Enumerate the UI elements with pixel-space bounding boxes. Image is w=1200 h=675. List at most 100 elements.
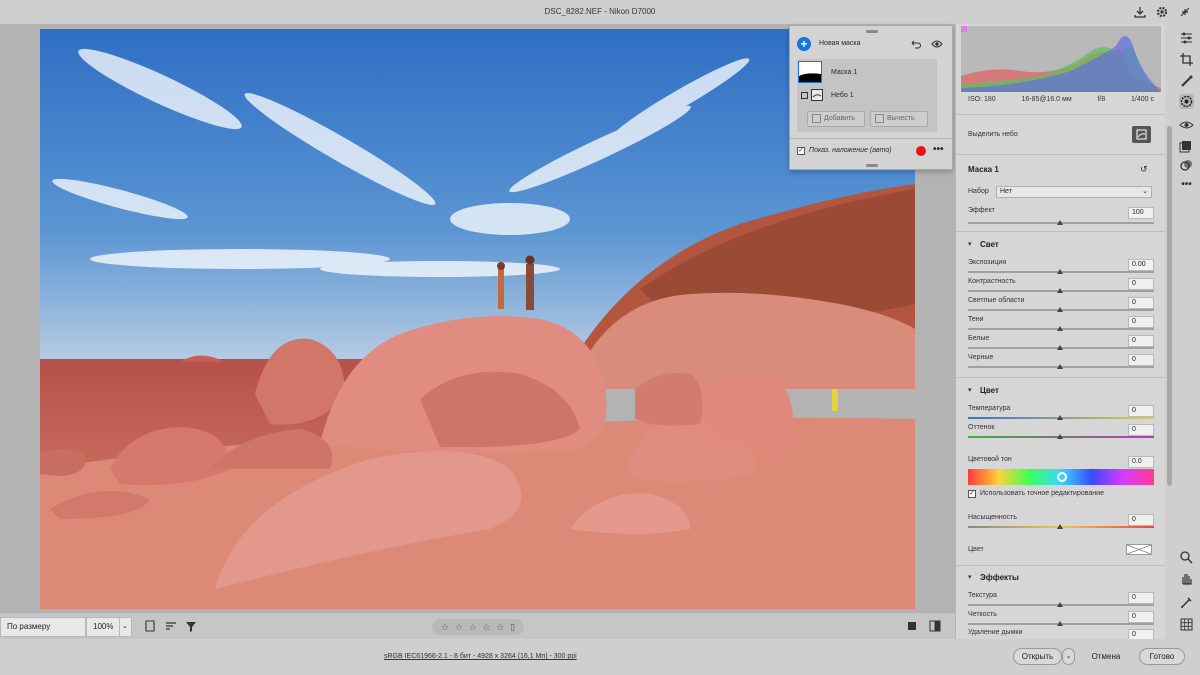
- overlay-color-swatch[interactable]: [916, 146, 926, 156]
- clarity-slider[interactable]: [968, 621, 1154, 626]
- mask-list: Маска 1 Небо 1 Добавить Вычесть: [797, 59, 937, 132]
- hue-spectrum[interactable]: [968, 469, 1154, 485]
- sky-mask-icon[interactable]: [811, 89, 823, 101]
- grid-icon[interactable]: [1179, 617, 1194, 632]
- fine-adjust-checkbox[interactable]: ✓: [968, 490, 976, 498]
- shadows-slider[interactable]: [968, 326, 1154, 331]
- effect-value[interactable]: 100: [1128, 207, 1154, 219]
- more-icon[interactable]: •••: [1179, 177, 1194, 192]
- new-mask-label[interactable]: Новая маска: [819, 40, 861, 47]
- trash-icon[interactable]: ▯: [510, 619, 515, 635]
- open-dropdown[interactable]: ⌄: [1062, 648, 1075, 665]
- star-icon[interactable]: ☆: [496, 619, 504, 635]
- compare-view-icon[interactable]: [928, 619, 942, 633]
- workflow-options-link[interactable]: sRGB IEC61966-2.1 - 8 бит - 4928 x 3264 …: [384, 653, 577, 660]
- crop-icon[interactable]: [1179, 52, 1194, 67]
- gear-icon[interactable]: [1155, 5, 1169, 19]
- blacks-value[interactable]: 0: [1128, 354, 1154, 366]
- cancel-button[interactable]: Отмена: [1085, 648, 1127, 665]
- whites-value[interactable]: 0: [1128, 335, 1154, 347]
- hand-icon[interactable]: [1179, 571, 1194, 586]
- star-icon[interactable]: ☆: [469, 619, 477, 635]
- masking-icon[interactable]: [1179, 94, 1194, 109]
- dehaze-value[interactable]: 0: [1128, 629, 1154, 639]
- mask-item-label[interactable]: Небо 1: [831, 92, 854, 99]
- mask-thumbnail[interactable]: [798, 61, 822, 83]
- temperature-slider[interactable]: [968, 415, 1154, 420]
- presets-icon[interactable]: [1179, 158, 1194, 173]
- saturation-value[interactable]: 0: [1128, 514, 1154, 526]
- sliders-icon[interactable]: [1179, 30, 1194, 45]
- add-mask-icon[interactable]: +: [797, 37, 811, 51]
- visibility-icon[interactable]: [931, 38, 943, 50]
- zoom-100-button[interactable]: 100%: [86, 617, 120, 637]
- open-button[interactable]: Открыть: [1013, 648, 1062, 665]
- grip-top[interactable]: [866, 30, 878, 33]
- blacks-slider[interactable]: [968, 364, 1154, 369]
- panel-scrollbar[interactable]: [1165, 124, 1173, 639]
- chevron-down-icon: ▾: [968, 241, 972, 248]
- undo-icon[interactable]: [910, 38, 922, 50]
- tint-slider[interactable]: [968, 434, 1154, 439]
- effect-slider[interactable]: [968, 220, 1154, 225]
- snapshot-icon[interactable]: [1179, 138, 1194, 153]
- zoom-icon[interactable]: [1179, 550, 1194, 565]
- divider: [956, 154, 1165, 155]
- photo-preview[interactable]: [40, 29, 915, 609]
- select-sky-label: Выделить небо: [968, 131, 1018, 138]
- texture-value[interactable]: 0: [1128, 592, 1154, 604]
- collapse-icon[interactable]: [1178, 5, 1192, 19]
- more-options-icon[interactable]: •••: [933, 144, 944, 155]
- hue-value[interactable]: 0.0: [1128, 456, 1154, 468]
- filter-icon[interactable]: [184, 619, 198, 633]
- chevron-down-icon: ⌄: [1142, 188, 1148, 195]
- clarity-value[interactable]: 0: [1128, 611, 1154, 623]
- tint-value[interactable]: 0: [1128, 424, 1154, 436]
- saturation-slider[interactable]: [968, 524, 1154, 529]
- divider: [956, 565, 1165, 566]
- mask-panel[interactable]: + Новая маска Маска 1 Небо 1 Добавить Вы…: [789, 25, 953, 170]
- done-button[interactable]: Готово: [1139, 648, 1185, 665]
- edit-icon[interactable]: [801, 92, 808, 99]
- filmstrip-icon[interactable]: [143, 619, 157, 633]
- contrast-slider[interactable]: [968, 288, 1154, 293]
- sampler-icon[interactable]: [1179, 595, 1194, 610]
- shadows-label: Тени: [968, 316, 984, 323]
- scrollbar-thumb[interactable]: [1167, 126, 1172, 486]
- highlights-slider[interactable]: [968, 307, 1154, 312]
- overlay-checkbox[interactable]: ✓: [797, 147, 805, 155]
- exif-info: ISO: 180 16-85@16.0 мм f/8 1/400 с: [956, 96, 1165, 110]
- zoom-dropdown[interactable]: ⌄: [119, 617, 132, 637]
- add-button[interactable]: Добавить: [807, 111, 865, 127]
- fit-zoom-button[interactable]: По размеру (28,4%): [0, 617, 86, 649]
- select-sky-button[interactable]: [1132, 126, 1151, 143]
- divider: [790, 138, 952, 139]
- star-icon[interactable]: ☆: [455, 619, 463, 635]
- contrast-value[interactable]: 0: [1128, 278, 1154, 290]
- star-icon[interactable]: ☆: [441, 619, 449, 635]
- brush-icon[interactable]: [1179, 74, 1194, 89]
- exposure-slider[interactable]: [968, 269, 1154, 274]
- whites-slider[interactable]: [968, 345, 1154, 350]
- title-bar: DSC_8282.NEF - Nikon D7000: [0, 0, 1200, 24]
- star-icon[interactable]: ☆: [482, 619, 490, 635]
- before-after-icon[interactable]: [905, 619, 919, 633]
- mask-title: Маска 1: [968, 165, 999, 174]
- sort-icon[interactable]: [164, 619, 178, 633]
- temperature-value[interactable]: 0: [1128, 405, 1154, 417]
- export-icon[interactable]: [1133, 5, 1147, 19]
- red-eye-icon[interactable]: [1179, 117, 1194, 132]
- preset-select[interactable]: Нет ⌄: [996, 186, 1152, 198]
- exposure-value[interactable]: 0.00: [1128, 259, 1154, 271]
- reset-icon[interactable]: ↺: [1140, 164, 1148, 175]
- rating-stars[interactable]: ☆ ☆ ☆ ☆ ☆ ▯: [432, 619, 524, 635]
- grip-bottom[interactable]: [866, 164, 878, 167]
- highlights-value[interactable]: 0: [1128, 297, 1154, 309]
- texture-slider[interactable]: [968, 602, 1154, 607]
- mask-item-label[interactable]: Маска 1: [831, 69, 857, 76]
- shadows-value[interactable]: 0: [1128, 316, 1154, 328]
- color-swatch[interactable]: [1126, 544, 1152, 555]
- hue-picker[interactable]: [1057, 472, 1067, 482]
- color-section-title: Цвет: [980, 386, 999, 395]
- subtract-button[interactable]: Вычесть: [870, 111, 928, 127]
